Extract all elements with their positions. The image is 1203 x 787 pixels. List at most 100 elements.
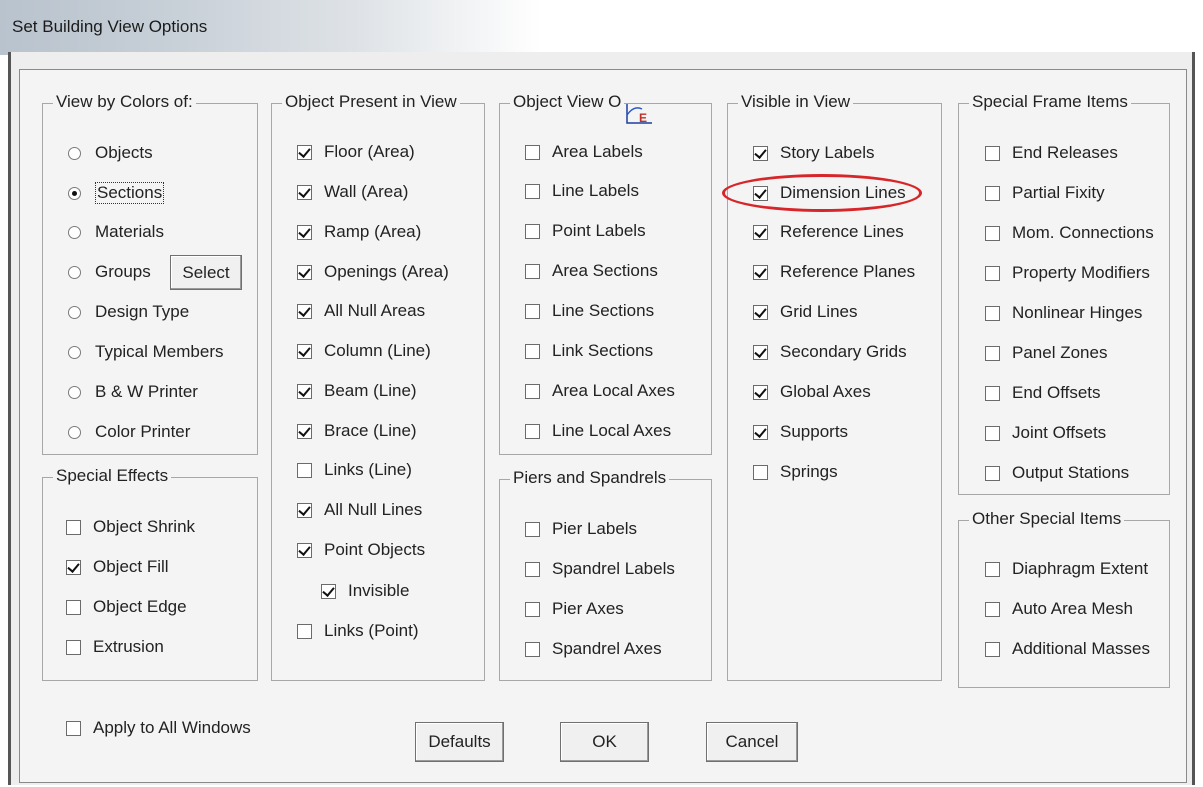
checkbox-links-line[interactable]: Links (Line) [297, 460, 412, 480]
checkbox-openings-area[interactable]: Openings (Area) [297, 262, 449, 282]
checkbox-box [753, 145, 768, 161]
checkbox-apply-all-windows[interactable]: Apply to All Windows [66, 718, 251, 738]
radio-circle [68, 425, 81, 439]
checkbox-supports[interactable]: Supports [753, 422, 848, 442]
checkbox-line-labels[interactable]: Line Labels [525, 181, 639, 201]
checkbox-output-stations[interactable]: Output Stations [985, 463, 1129, 483]
checkbox-box [753, 304, 768, 320]
checkbox-property-modifiers[interactable]: Property Modifiers [985, 263, 1150, 283]
checkbox-box [525, 641, 540, 657]
checkbox-additional-masses[interactable]: Additional Masses [985, 639, 1150, 659]
checkbox-pier-axes[interactable]: Pier Axes [525, 599, 624, 619]
checkbox-box [985, 145, 1000, 161]
checkbox-box [297, 502, 312, 518]
checkbox-auto-area-mesh[interactable]: Auto Area Mesh [985, 599, 1133, 619]
visible-in-view-title: Visible in View [738, 92, 853, 112]
checkbox-area-labels[interactable]: Area Labels [525, 142, 643, 162]
checkbox-reference-planes[interactable]: Reference Planes [753, 262, 915, 282]
checkbox-end-releases[interactable]: End Releases [985, 143, 1118, 163]
radio-circle [68, 345, 81, 359]
checkbox-nonlinear-hinges[interactable]: Nonlinear Hinges [985, 303, 1142, 323]
checkbox-link-sections[interactable]: Link Sections [525, 341, 653, 361]
checkbox-story-labels[interactable]: Story Labels [753, 143, 875, 163]
radio-color-printer[interactable]: Color Printer [68, 422, 190, 442]
checkbox-end-offsets[interactable]: End Offsets [985, 383, 1101, 403]
checkbox-brace-line[interactable]: Brace (Line) [297, 421, 417, 441]
checkbox-panel-zones[interactable]: Panel Zones [985, 343, 1107, 363]
checkbox-spandrel-axes[interactable]: Spandrel Axes [525, 639, 662, 659]
checkbox-box [525, 223, 540, 239]
checkbox-links-point[interactable]: Links (Point) [297, 621, 418, 641]
checkbox-line-local-axes[interactable]: Line Local Axes [525, 421, 671, 441]
ok-button[interactable]: OK [560, 722, 649, 762]
checkbox-box [985, 601, 1000, 617]
checkbox-column-line[interactable]: Column (Line) [297, 341, 431, 361]
defaults-button[interactable]: Defaults [415, 722, 504, 762]
checkbox-floor-area[interactable]: Floor (Area) [297, 142, 415, 162]
radio-design-type[interactable]: Design Type [68, 302, 189, 322]
cancel-button[interactable]: Cancel [706, 722, 798, 762]
radio-bw-printer[interactable]: B & W Printer [68, 382, 198, 402]
checkbox-box [297, 184, 312, 200]
checkbox-point-objects[interactable]: Point Objects [297, 540, 425, 560]
checkbox-diaphragm-extent[interactable]: Diaphragm Extent [985, 559, 1148, 579]
radio-circle [68, 385, 81, 399]
object-present-title: Object Present in View [282, 92, 460, 112]
checkbox-global-axes[interactable]: Global Axes [753, 382, 871, 402]
checkbox-spandrel-labels[interactable]: Spandrel Labels [525, 559, 675, 579]
checkbox-box [985, 561, 1000, 577]
checkbox-box [985, 185, 1000, 201]
checkbox-box [985, 465, 1000, 481]
special-frame-title: Special Frame Items [969, 92, 1131, 112]
checkbox-box [66, 639, 81, 655]
checkbox-point-labels[interactable]: Point Labels [525, 221, 646, 241]
checkbox-box [297, 144, 312, 160]
radio-materials[interactable]: Materials [68, 222, 164, 242]
checkbox-pier-labels[interactable]: Pier Labels [525, 519, 637, 539]
view-by-colors-title: View by Colors of: [53, 92, 196, 112]
checkbox-joint-offsets[interactable]: Joint Offsets [985, 423, 1106, 443]
checkbox-partial-fixity[interactable]: Partial Fixity [985, 183, 1105, 203]
object-view-title: Object View O [510, 92, 625, 112]
checkbox-wall-area[interactable]: Wall (Area) [297, 182, 408, 202]
checkbox-invisible[interactable]: Invisible [321, 581, 409, 601]
checkbox-extrusion[interactable]: Extrusion [66, 637, 164, 657]
checkbox-box [66, 519, 81, 535]
radio-typical-members[interactable]: Typical Members [68, 342, 223, 362]
checkbox-box [297, 264, 312, 280]
checkbox-box [525, 144, 540, 160]
svg-text:E: E [639, 111, 647, 125]
checkbox-line-sections[interactable]: Line Sections [525, 301, 654, 321]
checkbox-secondary-grids[interactable]: Secondary Grids [753, 342, 907, 362]
cursor-icon: E [622, 101, 656, 127]
title-bar: Set Building View Options [0, 0, 1203, 55]
checkbox-object-fill[interactable]: Object Fill [66, 557, 169, 577]
radio-objects[interactable]: Objects [68, 143, 153, 163]
checkbox-box [525, 423, 540, 439]
checkbox-box [297, 303, 312, 319]
other-special-title: Other Special Items [969, 509, 1125, 529]
checkbox-box [525, 343, 540, 359]
checkbox-area-sections[interactable]: Area Sections [525, 261, 658, 281]
checkbox-grid-lines[interactable]: Grid Lines [753, 302, 857, 322]
checkbox-beam-line[interactable]: Beam (Line) [297, 381, 417, 401]
radio-groups[interactable]: Groups [68, 262, 151, 282]
checkbox-springs[interactable]: Springs [753, 462, 838, 482]
checkbox-box [321, 583, 336, 599]
special-effects-title: Special Effects [53, 466, 172, 486]
checkbox-box [297, 224, 312, 240]
window-title: Set Building View Options [12, 17, 208, 36]
highlight-ellipse [722, 174, 922, 212]
checkbox-object-edge[interactable]: Object Edge [66, 597, 187, 617]
checkbox-box [753, 264, 768, 280]
radio-circle [68, 265, 81, 279]
select-groups-button[interactable]: Select [170, 255, 242, 290]
checkbox-reference-lines[interactable]: Reference Lines [753, 222, 904, 242]
checkbox-object-shrink[interactable]: Object Shrink [66, 517, 195, 537]
radio-sections[interactable]: Sections [68, 182, 165, 204]
checkbox-ramp-area[interactable]: Ramp (Area) [297, 222, 421, 242]
checkbox-mom-connections[interactable]: Mom. Connections [985, 223, 1154, 243]
checkbox-all-null-lines[interactable]: All Null Lines [297, 500, 422, 520]
checkbox-area-local-axes[interactable]: Area Local Axes [525, 381, 675, 401]
checkbox-all-null-areas[interactable]: All Null Areas [297, 301, 425, 321]
